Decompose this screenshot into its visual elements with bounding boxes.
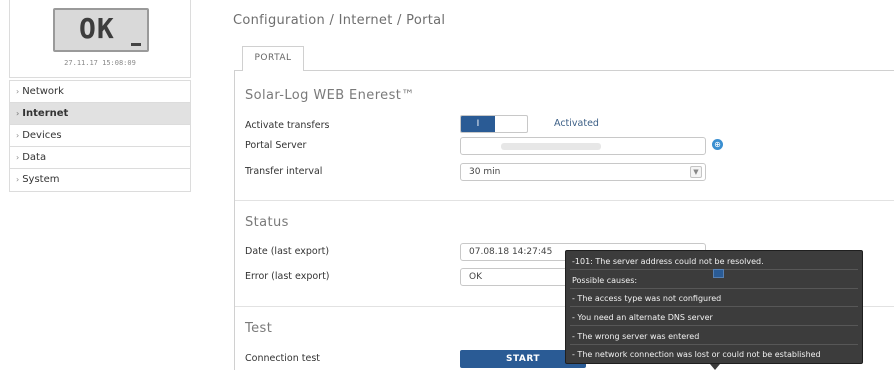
lcd-indicator (131, 43, 141, 46)
chevron-right-icon: › (16, 87, 20, 96)
date-last-export-label: Date (last export) (245, 246, 330, 257)
chevron-right-icon: › (16, 109, 20, 118)
globe-icon[interactable]: ⊕ (712, 139, 723, 150)
device-status-panel: OK 27.11.17 15:08:09 (9, 0, 191, 78)
sidebar-item-label: Internet (22, 108, 69, 119)
tooltip-divider (570, 325, 858, 326)
tooltip-heading: -101: The server address could not be re… (572, 257, 764, 266)
error-last-export-label: Error (last export) (245, 271, 330, 282)
tooltip-cause-item: - The network connection was lost or cou… (572, 350, 821, 359)
tooltip-divider (570, 344, 858, 345)
date-last-export-value: 07.08.18 14:27:45 (469, 247, 553, 257)
transfer-interval-label: Transfer interval (245, 166, 323, 177)
toggle-on-indicator: I (461, 116, 495, 132)
sidebar-item-label: Data (22, 152, 47, 163)
sidebar-nav: › Network › Internet › Devices › Data › Syste… (9, 80, 191, 192)
error-last-export-value: OK (469, 272, 482, 282)
tab-portal[interactable]: PORTAL (242, 46, 304, 71)
sidebar-item-label: System (22, 174, 60, 185)
lcd-status-text: OK (79, 12, 115, 45)
sidebar-item-label: Network (22, 86, 64, 97)
tooltip-cause-item: - The wrong server was entered (572, 332, 700, 341)
tooltip-cause-item: - You need an alternate DNS server (572, 313, 713, 322)
lcd-display: OK (53, 8, 149, 52)
sidebar-item-system[interactable]: › System (10, 169, 190, 191)
chevron-right-icon: › (16, 131, 20, 140)
tooltip-divider (570, 306, 858, 307)
tooltip-cause-item: - The access type was not configured (572, 294, 722, 303)
activate-transfers-toggle[interactable]: I (460, 115, 528, 133)
error-tooltip: -101: The server address could not be re… (565, 250, 863, 364)
transfer-interval-select[interactable]: 30 min ▼ (460, 163, 706, 181)
redacted-server-value (501, 143, 601, 150)
help-icon (713, 269, 724, 278)
section-title-status: Status (245, 215, 289, 230)
sidebar-item-label: Devices (22, 130, 62, 141)
tooltip-divider (570, 288, 858, 289)
device-datetime: 27.11.17 15:08:09 (64, 59, 136, 67)
divider (235, 200, 894, 201)
sidebar-item-internet[interactable]: › Internet (10, 103, 190, 125)
portal-server-label: Portal Server (245, 140, 307, 151)
connection-test-label: Connection test (245, 353, 321, 364)
tooltip-causes-label: Possible causes: (572, 276, 638, 285)
chevron-right-icon: › (16, 153, 20, 162)
tooltip-pointer (710, 364, 720, 370)
sidebar-item-devices[interactable]: › Devices (10, 125, 190, 147)
chevron-down-icon: ▼ (690, 166, 702, 178)
breadcrumb: Configuration / Internet / Portal (233, 13, 446, 28)
transfer-interval-value: 30 min (469, 167, 501, 177)
sidebar-item-data[interactable]: › Data (10, 147, 190, 169)
chevron-right-icon: › (16, 175, 20, 184)
portal-server-input[interactable] (460, 137, 706, 155)
activate-transfers-label: Activate transfers (245, 120, 330, 131)
toggle-status-text: Activated (554, 118, 599, 129)
section-title-portal: Solar-Log WEB Enerest™ (245, 88, 415, 103)
section-title-test: Test (245, 321, 273, 336)
sidebar-item-network[interactable]: › Network (10, 81, 190, 103)
